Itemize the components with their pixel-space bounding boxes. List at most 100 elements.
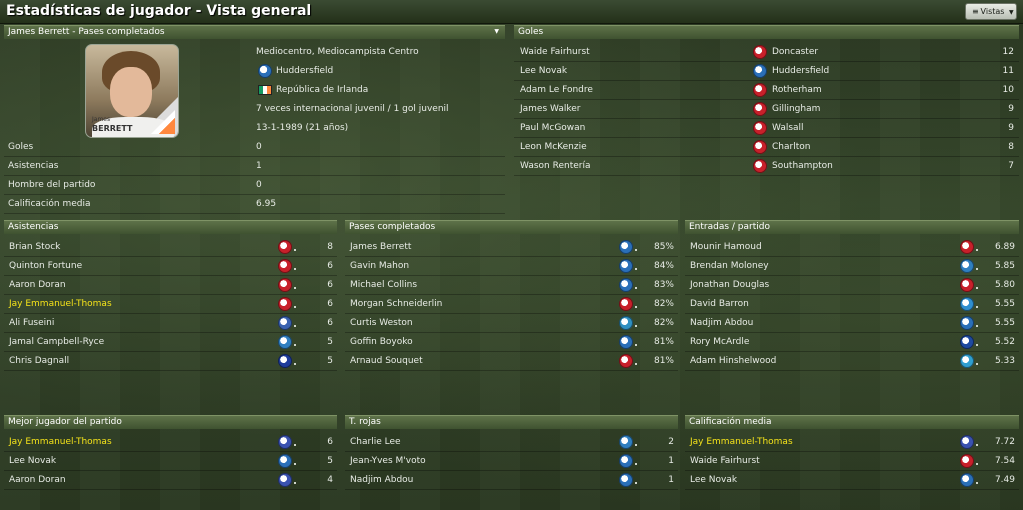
- stat-label: Asistencias: [8, 161, 59, 171]
- stat-value: 82%: [653, 299, 674, 309]
- tackles-table-row[interactable]: Mounir Hamoud 6.89: [685, 238, 1019, 257]
- assists-table-row[interactable]: Jay Emmanuel-Thomas 6: [4, 295, 337, 314]
- club-crest-icon: [258, 64, 272, 78]
- club-name: Rotherham: [772, 85, 822, 95]
- goals-table-row[interactable]: Waide Fairhurst Doncaster 12: [514, 43, 1019, 62]
- assists-table-row[interactable]: Ali Fuseini 6: [4, 314, 337, 333]
- separator-dot: [294, 325, 296, 327]
- player-selector-dropdown[interactable]: James Berrett - Pases completados ▼: [4, 25, 505, 39]
- club-crest-icon: [960, 354, 974, 368]
- stat-value: 6.89: [994, 242, 1015, 252]
- stat-value: 5: [327, 356, 333, 366]
- tackles-table-row[interactable]: David Barron 5.55: [685, 295, 1019, 314]
- passes-header-label: Pases completados: [349, 222, 436, 232]
- assists-table-row[interactable]: Jamal Campbell-Ryce 5: [4, 333, 337, 352]
- stat-value: 81%: [653, 356, 674, 366]
- stat-value: 6.95: [256, 199, 277, 209]
- stat-value: 85%: [653, 242, 674, 252]
- separator-dot: [976, 363, 978, 365]
- club-crest-icon: [619, 297, 633, 311]
- passes-table-row[interactable]: Goffin Boyoko 81%: [345, 333, 678, 352]
- stat-value: 5: [327, 337, 333, 347]
- reds-table-row[interactable]: Nadjim Abdou 1: [345, 471, 678, 490]
- tackles-table-row[interactable]: Adam Hinshelwood 5.33: [685, 352, 1019, 371]
- passes-table-row[interactable]: Arnaud Souquet 81%: [345, 352, 678, 371]
- reds-table-row[interactable]: Charlie Lee 2: [345, 433, 678, 452]
- club-crest-icon: [278, 354, 292, 368]
- stat-value: 8: [327, 242, 333, 252]
- player-club-row[interactable]: Huddersfield: [254, 62, 504, 81]
- player-position-row: Mediocentro, Mediocampista Centro: [254, 43, 504, 62]
- assists-table-row[interactable]: Chris Dagnall 5: [4, 352, 337, 371]
- separator-dot: [635, 463, 637, 465]
- goals-panel-header: Goles: [514, 25, 1019, 39]
- separator-dot: [294, 444, 296, 446]
- stat-value: 5.85: [994, 261, 1015, 271]
- stat-value: 12: [1002, 47, 1014, 57]
- tackles-table-row[interactable]: Jonathan Douglas 5.80: [685, 276, 1019, 295]
- club-crest-icon: [278, 297, 292, 311]
- stat-value: 6: [327, 437, 333, 447]
- stat-value: 83%: [653, 280, 674, 290]
- club-crest-icon: [960, 240, 974, 254]
- club-crest-icon: [753, 121, 767, 135]
- separator-dot: [294, 268, 296, 270]
- rating-table-row[interactable]: Waide Fairhurst 7.54: [685, 452, 1019, 471]
- goals-table-row[interactable]: Adam Le Fondre Rotherham 10: [514, 81, 1019, 100]
- rating-table-row[interactable]: Lee Novak 7.49: [685, 471, 1019, 490]
- player-name: Waide Fairhurst: [690, 456, 760, 466]
- motm-table-row[interactable]: Lee Novak 5: [4, 452, 337, 471]
- assists-table-row[interactable]: Quinton Fortune 6: [4, 257, 337, 276]
- tackles-table-row[interactable]: Rory McArdle 5.52: [685, 333, 1019, 352]
- club-crest-icon: [619, 335, 633, 349]
- stat-value: 5.55: [994, 318, 1015, 328]
- separator-dot: [635, 249, 637, 251]
- views-menu-button[interactable]: ≡ Vistas ▼: [965, 3, 1017, 20]
- goals-table-row[interactable]: Leon McKenzie Charlton 8: [514, 138, 1019, 157]
- separator-dot: [976, 306, 978, 308]
- passes-table-row[interactable]: James Berrett 85%: [345, 238, 678, 257]
- club-crest-icon: [960, 473, 974, 487]
- motm-table-row[interactable]: Aaron Doran 4: [4, 471, 337, 490]
- player-name: Morgan Schneiderlin: [350, 299, 443, 309]
- player-name: Jean-Yves M'voto: [350, 456, 426, 466]
- club-crest-icon: [619, 316, 633, 330]
- assists-table-row[interactable]: Aaron Doran 6: [4, 276, 337, 295]
- motm-table-row[interactable]: Jay Emmanuel-Thomas 6: [4, 433, 337, 452]
- club-crest-icon: [278, 335, 292, 349]
- club-crest-icon: [960, 454, 974, 468]
- stat-value: 82%: [653, 318, 674, 328]
- club-crest-icon: [619, 354, 633, 368]
- stat-value: 9: [1008, 104, 1014, 114]
- goals-table-row[interactable]: Lee Novak Huddersfield 11: [514, 62, 1019, 81]
- stat-value: 5.52: [994, 337, 1015, 347]
- player-name: Waide Fairhurst: [520, 47, 590, 57]
- separator-dot: [294, 363, 296, 365]
- separator-dot: [635, 363, 637, 365]
- stat-value: 5.80: [994, 280, 1015, 290]
- club-crest-icon: [753, 64, 767, 78]
- club-crest-icon: [619, 454, 633, 468]
- profile-stat-row: Asistencias 1: [4, 157, 505, 176]
- club-crest-icon: [278, 473, 292, 487]
- goals-table-row[interactable]: James Walker Gillingham 9: [514, 100, 1019, 119]
- photo-last-name: BERRETT: [92, 124, 133, 133]
- club-crest-icon: [619, 435, 633, 449]
- assists-table-row[interactable]: Brian Stock 8: [4, 238, 337, 257]
- reds-table-row[interactable]: Jean-Yves M'voto 1: [345, 452, 678, 471]
- goals-table-row[interactable]: Wason Rentería Southampton 7: [514, 157, 1019, 176]
- goals-table-row[interactable]: Paul McGowan Walsall 9: [514, 119, 1019, 138]
- separator-dot: [976, 444, 978, 446]
- passes-table-row[interactable]: Morgan Schneiderlin 82%: [345, 295, 678, 314]
- stat-value: 10: [1002, 85, 1014, 95]
- tackles-table-row[interactable]: Brendan Moloney 5.85: [685, 257, 1019, 276]
- tackles-table-row[interactable]: Nadjim Abdou 5.55: [685, 314, 1019, 333]
- motm-header-label: Mejor jugador del partido: [8, 417, 122, 427]
- player-nation-row[interactable]: República de Irlanda: [254, 81, 504, 100]
- player-name: Wason Rentería: [520, 161, 591, 171]
- passes-table-row[interactable]: Gavin Mahon 84%: [345, 257, 678, 276]
- player-name: Nadjim Abdou: [350, 475, 414, 485]
- passes-table-row[interactable]: Michael Collins 83%: [345, 276, 678, 295]
- rating-table-row[interactable]: Jay Emmanuel-Thomas 7.72: [685, 433, 1019, 452]
- passes-table-row[interactable]: Curtis Weston 82%: [345, 314, 678, 333]
